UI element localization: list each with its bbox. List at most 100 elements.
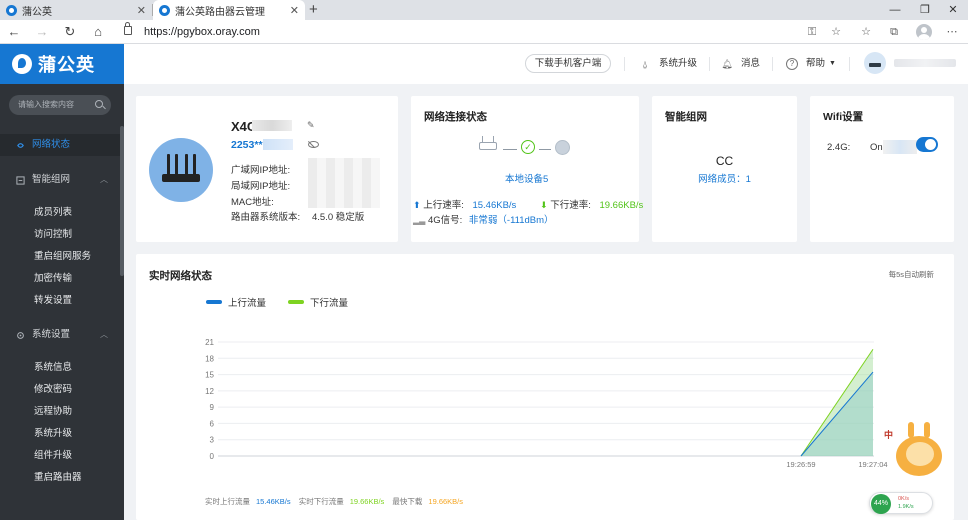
user-avatar[interactable] [864,52,886,74]
realtime-download-label: 实时下行流量 [298,497,344,506]
url-field[interactable]: https://pgybox.oray.com [144,23,260,41]
header-divider [709,57,710,71]
new-tab-button[interactable]: + [309,0,318,20]
x-tick-label: 19:26:59 [786,460,815,469]
signal-value: 非常弱（-111dBm） [468,215,554,226]
key-icon[interactable]: ⚿ [804,24,820,40]
eye-off-icon[interactable] [308,141,319,148]
upload-speed-value: 15.46KB/s [472,200,517,211]
top-header: 下载手机客户端 ⍙ 系统升级 🔔︎ 消息 ? 帮助 ▼ [124,44,968,84]
mascot-widget[interactable]: 中 [878,416,944,480]
favorites-icon[interactable]: ☆ [858,24,874,40]
card-title: 智能组网 [665,111,707,123]
collections-icon[interactable]: ⧉ [886,24,902,40]
wifi-toggle[interactable] [916,137,938,152]
network-topology: ✓ [477,136,570,160]
y-tick-label: 9 [210,403,215,412]
device-sn: 2253** [231,139,263,151]
version-label: 路由器系统版本: [231,212,301,223]
back-arrow-icon[interactable]: ← [4,22,24,42]
sidebar-item-access-control[interactable]: 访问控制 [0,224,120,246]
browser-tab-pgy[interactable]: 蒲公英 ✕ [0,0,152,20]
y-tick-label: 21 [205,338,214,347]
logo[interactable]: 蒲公英 [0,44,124,84]
mascot-label: 中 [884,430,894,440]
search-placeholder: 请输入搜索内容 [18,100,74,109]
network-status-icon [17,143,24,148]
y-tick-label: 15 [205,371,214,380]
help-menu[interactable]: ? 帮助 ▼ [786,56,836,72]
sidebar-search-input[interactable]: 请输入搜索内容 [9,95,111,115]
arrow-up-icon: ⬆ [413,200,421,210]
minimize-button[interactable]: — [880,0,910,20]
sidebar-item-label: 系统设置 [32,329,71,340]
max-download-value: 19.66KB/s [428,497,464,506]
sidebar-item-forward-settings[interactable]: 转发设置 [0,290,120,312]
meter-upload: 0K/s [898,496,910,502]
version-value: 4.5.0 稳定版 [312,212,365,223]
y-tick-label: 18 [205,354,214,363]
link-line [539,149,551,151]
device-card: X4C ✎ 2253** 广域网IP地址: 局域网IP地址: MAC地址: 路由… [136,96,398,242]
local-devices-link[interactable]: 本地设备5 [505,171,548,185]
forward-arrow-icon[interactable]: → [32,22,52,42]
mac-label: MAC地址: [231,197,274,208]
sidebar-item-remote-assist[interactable]: 远程协助 [0,401,120,423]
sidebar-item-member-list[interactable]: 成员列表 [0,202,120,224]
sidebar-item-system-settings[interactable]: 系统设置 ︿ [0,324,120,346]
wan-ip-label: 广域网IP地址: [231,165,291,176]
card-title: 网络连接状态 [424,111,487,123]
router-antenna [167,154,170,176]
sidebar-item-network-status[interactable]: 网络状态 [0,134,120,156]
search-icon[interactable] [95,100,103,108]
sidebar-item-smart-network[interactable]: 智能组网 ︿ [0,169,120,191]
sidebar-item-change-password[interactable]: 修改密码 [0,379,120,401]
download-app-button[interactable]: 下载手机客户端 [525,54,611,73]
reload-icon[interactable]: ↻ [60,22,80,42]
browser-tab-router-cloud[interactable]: 蒲公英路由器云管理 ✕ [153,0,305,20]
gear-icon [17,332,24,339]
close-icon[interactable]: ✕ [137,4,146,17]
link-line [503,149,517,151]
window-close-button[interactable]: ✕ [938,0,968,20]
system-upgrade-label: 系统升级 [659,58,698,69]
maximize-button[interactable]: ❐ [910,0,940,20]
pgy-favicon-icon [6,4,17,16]
browser-profile-avatar[interactable] [916,24,932,40]
sidebar-scrollbar[interactable] [120,126,124,276]
close-icon[interactable]: ✕ [290,4,299,17]
sidebar-item-encrypted-transfer[interactable]: 加密传输 [0,268,120,290]
sidebar-item-restart-network-service[interactable]: 重启组网服务 [0,246,120,268]
sidebar-item-system-info[interactable]: 系统信息 [0,357,120,379]
realtime-network-card: 实时网络状态 每5s自动刷新 上行流量 下行流量 0 3 6 9 12 15 18 21 19:… [136,254,954,520]
header-divider [772,57,773,71]
system-upgrade-button[interactable]: ⍙ 系统升级 [639,56,697,72]
download-speed: ⬇ 下行速率: 19.66KB/s [540,197,643,211]
edit-icon[interactable]: ✎ [307,120,315,131]
masked-region [883,140,917,154]
router-image [149,138,213,202]
messages-button[interactable]: 🔔︎ 消息 [721,56,760,72]
chevron-up-icon: ︿ [100,330,108,339]
sidebar-item-component-upgrade[interactable]: 组件升级 [0,445,120,467]
sidebar-item-restart-router[interactable]: 重启路由器 [0,467,120,489]
favorite-add-icon[interactable]: ☆ [828,24,844,40]
router-antenna [185,154,188,176]
sidebar-item-system-upgrade[interactable]: 系统升级 [0,423,120,445]
router-antenna [175,154,178,176]
masked-region [252,120,292,131]
browser-tab-label: 蒲公英路由器云管理 [175,6,265,18]
logo-text: 蒲公英 [38,55,95,75]
signal-label: 4G信号: [427,215,463,226]
mesh-members-link[interactable]: 网络成员：1 [652,171,797,185]
more-menu-icon[interactable]: ⋯ [944,24,960,40]
y-tick-label: 6 [210,419,215,428]
network-speed-meter[interactable]: 44% 0K/s 1.9K/s [869,492,933,514]
upload-speed-label: 上行速率: [423,200,464,211]
globe-icon [555,140,570,155]
user-name-masked[interactable] [894,59,956,67]
caret-down-icon: ▼ [829,60,836,67]
signal-strength: ▂▃ 4G信号: 非常弱（-111dBm） [413,212,554,226]
home-icon[interactable]: ⌂ [88,22,108,42]
realtime-upload-value: 15.46KB/s [256,497,291,506]
